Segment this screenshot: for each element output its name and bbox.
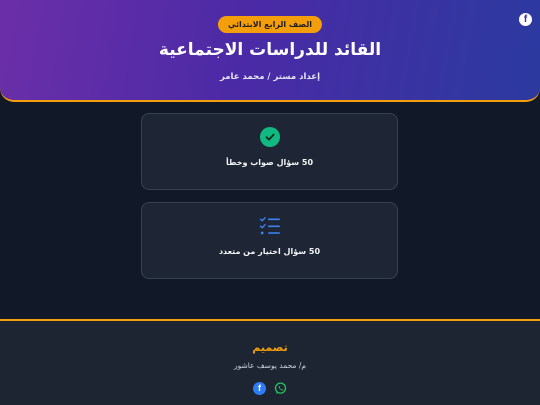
page-subtitle: إعداد مستر / محمد عامر [219,72,321,82]
grade-badge: الصف الرابع الابتدائي [217,16,323,33]
checklist-icon [259,217,280,235]
facebook-icon[interactable]: f [253,382,266,395]
footer-social-links: f [0,382,540,395]
whatsapp-icon[interactable] [274,382,287,395]
page-footer: تصميم م/ محمد يوسف عاشور f [0,319,540,405]
true-false-quiz-card[interactable]: 50 سؤال صواب وخطأ [141,113,398,190]
multiple-choice-quiz-card[interactable]: 50 سؤال اختيار من متعدد [141,202,398,279]
design-credit-title: تصميم [252,341,288,354]
designer-name: م/ محمد يوسف عاشور [233,361,306,370]
page-title: القائد للدراسات الاجتماعية [158,40,382,60]
page-header: f الصف الرابع الابتدائي القائد للدراسات … [0,0,540,102]
facebook-icon[interactable]: f [519,13,532,26]
card-label: 50 سؤال صواب وخطأ [225,158,314,167]
check-circle-icon [259,127,280,147]
card-label: 50 سؤال اختيار من متعدد [218,247,321,256]
